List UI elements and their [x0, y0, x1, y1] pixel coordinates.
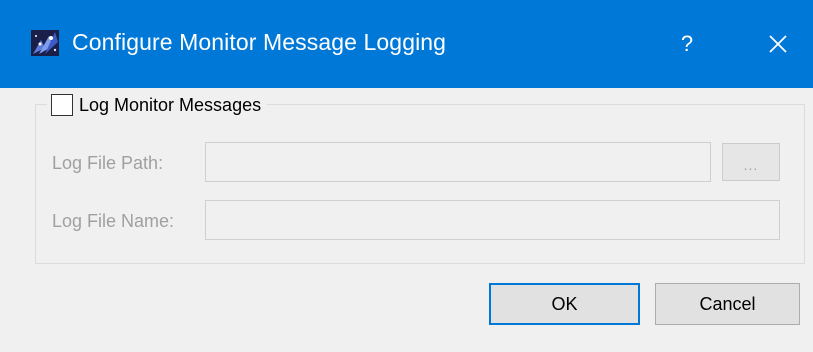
- log-messages-label: Log Monitor Messages: [79, 94, 262, 115]
- window-title: Configure Monitor Message Logging: [72, 29, 447, 55]
- close-icon: [769, 35, 787, 53]
- title-bar[interactable]: Configure Monitor Message Logging ?: [0, 0, 813, 88]
- ok-button[interactable]: OK: [489, 283, 640, 325]
- browse-button[interactable]: ...: [722, 143, 780, 181]
- close-button[interactable]: [752, 22, 804, 66]
- log-file-name-input[interactable]: [205, 200, 780, 240]
- help-button[interactable]: ?: [664, 22, 710, 66]
- cancel-button[interactable]: Cancel: [655, 283, 800, 325]
- log-file-path-input[interactable]: [205, 142, 711, 182]
- log-messages-toggle[interactable]: Log Monitor Messages: [47, 92, 268, 118]
- logging-group-box: [35, 104, 805, 264]
- log-messages-checkbox[interactable]: [51, 94, 73, 116]
- app-sparkle-icon: [31, 30, 59, 56]
- log-file-name-label: Log File Name:: [52, 211, 175, 231]
- dialog-window: Configure Monitor Message Logging ? Log …: [0, 0, 813, 352]
- log-file-path-label: Log File Path:: [52, 153, 164, 173]
